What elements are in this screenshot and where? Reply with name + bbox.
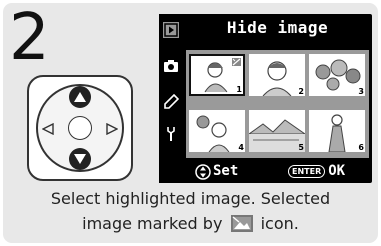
step-number: 2	[9, 1, 50, 75]
flowers-image	[309, 54, 365, 96]
left-arrow-icon	[42, 123, 54, 135]
caption-line-1: Select highlighted image. Selected	[50, 189, 331, 208]
thumbnail-number: 1	[236, 85, 242, 94]
pencil-icon[interactable]	[163, 93, 180, 110]
thumbnail-number: 3	[358, 87, 364, 96]
right-arrow-icon	[106, 123, 118, 135]
thumbnail-5[interactable]: 5	[249, 110, 305, 152]
menu-sidebar	[159, 14, 183, 183]
thumbnail-3[interactable]: 3	[309, 54, 365, 96]
ok-label: OK	[328, 163, 346, 179]
wrench-icon[interactable]	[163, 126, 179, 142]
thumbnail-4[interactable]: 4	[189, 110, 245, 152]
set-hint: Set	[195, 160, 238, 183]
standing-figure-image	[309, 110, 365, 152]
multi-selector	[27, 75, 133, 181]
set-label: Set	[213, 163, 239, 179]
caption-line-2-after: icon.	[260, 214, 299, 233]
multi-selector-up-down-icon	[195, 163, 211, 180]
child-with-flowers-image	[189, 110, 245, 152]
thumbnail-2[interactable]: 2	[249, 54, 305, 96]
hidden-mark-icon	[232, 58, 241, 66]
thumbnail-number: 6	[358, 143, 364, 152]
camera-icon[interactable]	[163, 58, 179, 74]
screen-footer: Set ENTER OK	[183, 160, 372, 183]
thumbnail-6[interactable]: 6	[309, 110, 365, 152]
caption: Select highlighted image. Selected image…	[3, 186, 378, 236]
caption-line-2: image marked by icon.	[3, 211, 378, 236]
camera-lcd-screen: Hide image 1 2 3 4 5 6 Set ENTER OK	[159, 14, 372, 183]
playback-icon[interactable]	[163, 22, 179, 38]
thumbnail-number: 5	[298, 143, 304, 152]
ok-hint: ENTER OK	[288, 160, 345, 183]
down-arrow-icon	[69, 148, 91, 170]
caption-line-2-before: image marked by	[82, 214, 223, 233]
portrait-child-image	[249, 54, 305, 96]
thumbnail-number: 4	[238, 143, 244, 152]
lake-landscape-image	[249, 110, 305, 152]
instruction-panel: 2 Hide image 1 2 3 4 5 6 Set ENTER OK Se…	[3, 3, 378, 243]
screen-title: Hide image	[226, 18, 329, 37]
thumbnail-1[interactable]: 1	[189, 54, 245, 96]
thumbnail-grid: 1 2 3 4 5 6	[186, 50, 369, 158]
multi-selector-center	[68, 116, 92, 140]
up-arrow-icon	[69, 86, 91, 108]
hidden-image-icon	[230, 215, 253, 232]
thumbnail-number: 2	[298, 87, 304, 96]
enter-button-icon: ENTER	[288, 165, 326, 178]
